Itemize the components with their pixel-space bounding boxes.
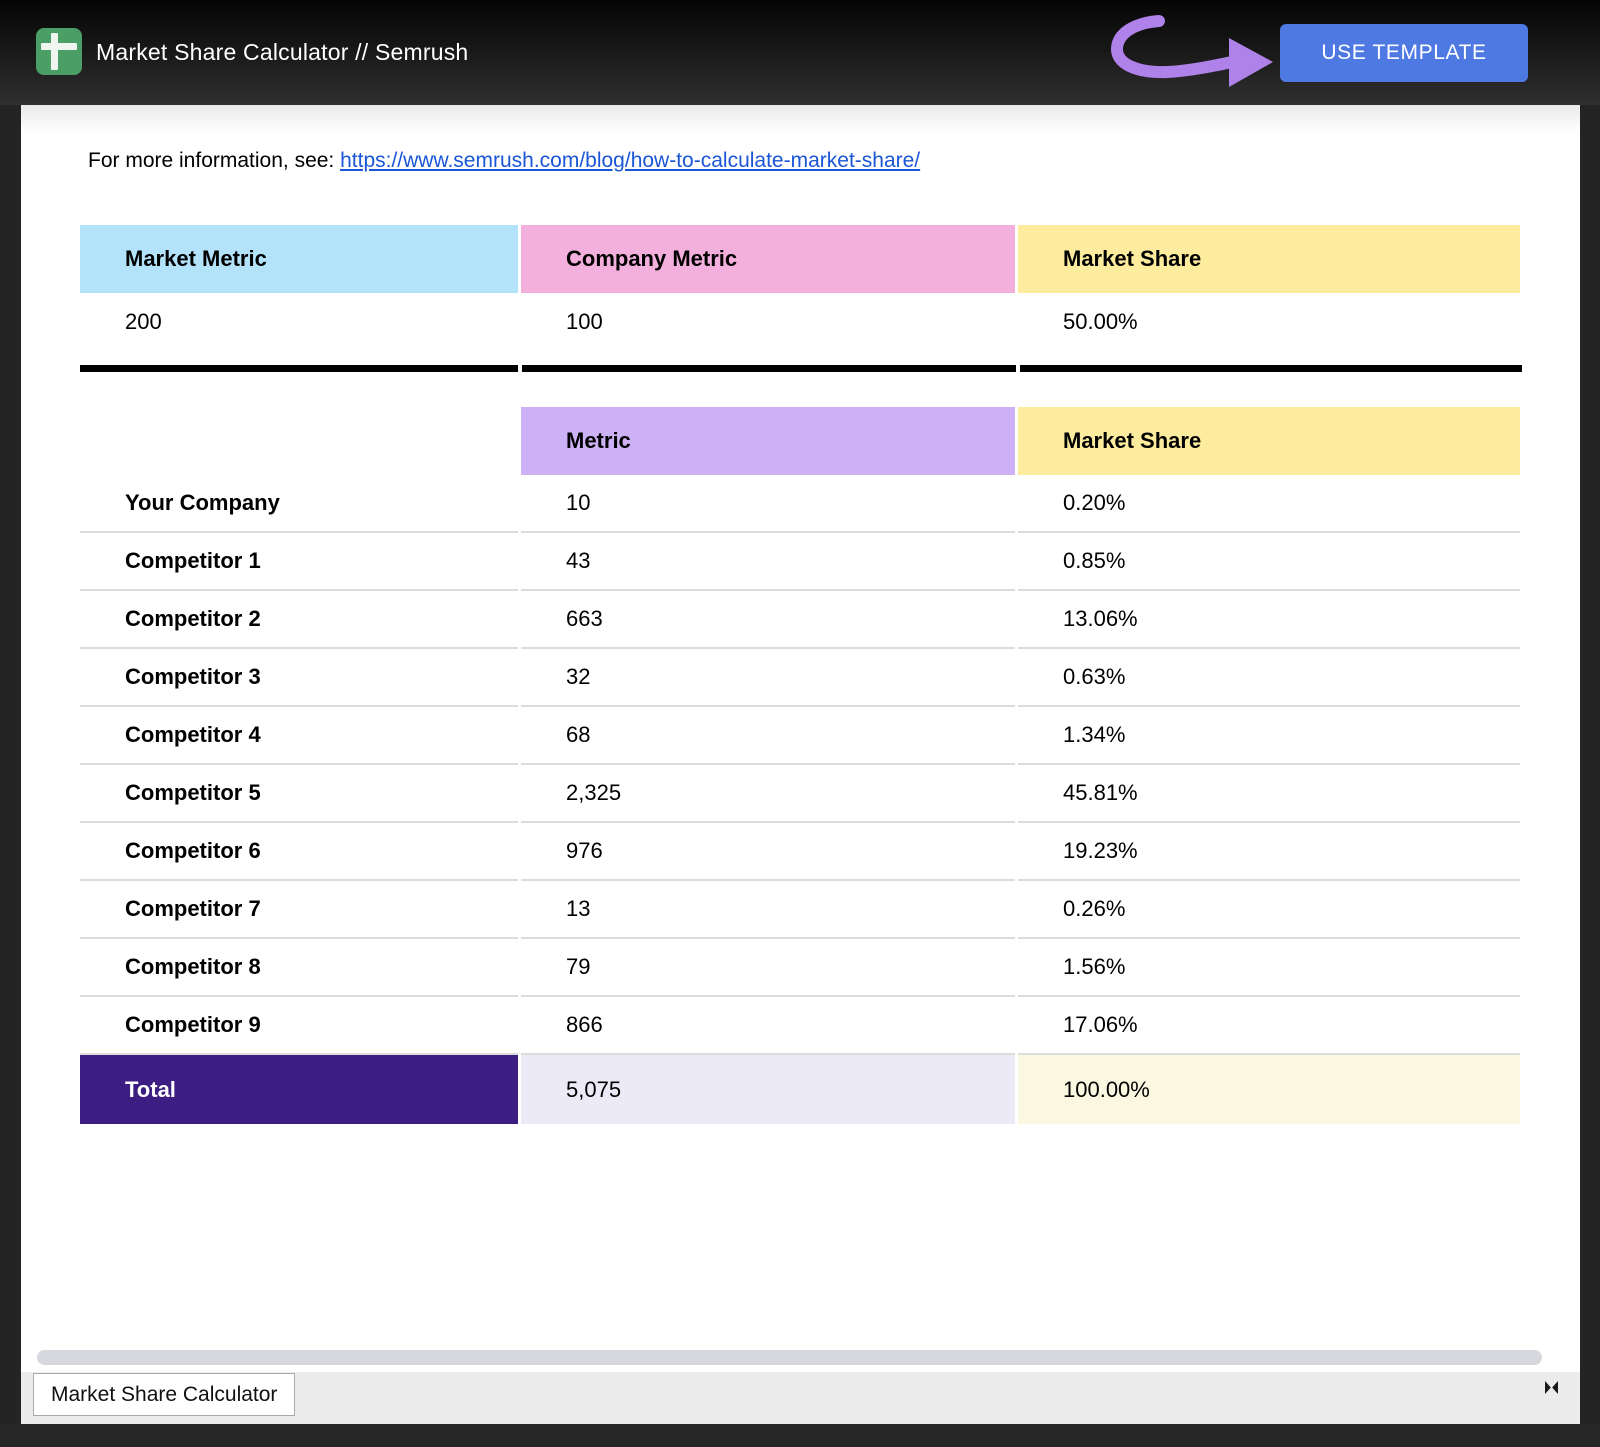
detail-row-metric: 866	[521, 997, 1015, 1055]
detail-row-share: 45.81%	[1018, 765, 1520, 823]
summary-header-market-metric: Market Metric	[80, 225, 518, 293]
detail-row-name: Competitor 3	[80, 649, 518, 707]
total-share-value: 100.00%	[1018, 1055, 1520, 1124]
detail-row-name: Competitor 1	[80, 533, 518, 591]
detail-header-empty	[80, 407, 518, 475]
sheet-preview-panel: For more information, see: https://www.s…	[21, 105, 1580, 1424]
detail-row-metric: 79	[521, 939, 1015, 997]
detail-row-name: Competitor 8	[80, 939, 518, 997]
use-template-button[interactable]: USE TEMPLATE	[1280, 24, 1528, 82]
summary-company-metric-value: 100	[521, 293, 1015, 350]
total-label: Total	[80, 1055, 518, 1124]
detail-row-share: 13.06%	[1018, 591, 1520, 649]
summary-market-metric-value: 200	[80, 293, 518, 350]
sheets-icon	[36, 28, 82, 75]
page-title: Market Share Calculator // Semrush	[96, 0, 468, 105]
summary-table: Market Metric Company Metric Market Shar…	[80, 225, 1520, 350]
summary-market-share-value: 50.00%	[1018, 293, 1520, 350]
title-bar: Market Share Calculator // Semrush USE T…	[0, 0, 1600, 105]
detail-header-market-share: Market Share	[1018, 407, 1520, 475]
detail-row-share: 19.23%	[1018, 823, 1520, 881]
bottom-strip	[0, 1424, 1600, 1447]
detail-header-metric: Metric	[521, 407, 1015, 475]
tab-market-share-calculator[interactable]: Market Share Calculator	[33, 1373, 295, 1416]
detail-row-metric: 43	[521, 533, 1015, 591]
detail-row-share: 1.34%	[1018, 707, 1520, 765]
curved-arrow-icon	[1085, 5, 1285, 105]
sheet-tab-bar: Market Share Calculator	[21, 1372, 1580, 1424]
detail-row-share: 0.20%	[1018, 475, 1520, 533]
detail-row-share: 17.06%	[1018, 997, 1520, 1055]
horizontal-scrollbar[interactable]	[37, 1350, 1542, 1365]
detail-row-name: Your Company	[80, 475, 518, 533]
detail-row-metric: 976	[521, 823, 1015, 881]
detail-row-name: Competitor 7	[80, 881, 518, 939]
detail-row-metric: 10	[521, 475, 1015, 533]
tab-label: Market Share Calculator	[51, 1383, 277, 1407]
summary-header-market-share: Market Share	[1018, 225, 1520, 293]
detail-row-metric: 68	[521, 707, 1015, 765]
detail-row-name: Competitor 9	[80, 997, 518, 1055]
detail-row-name: Competitor 4	[80, 707, 518, 765]
detail-row-name: Competitor 2	[80, 591, 518, 649]
detail-table: Metric Market Share Your Company 10 0.20…	[80, 407, 1520, 1124]
expand-icon[interactable]	[1545, 1381, 1558, 1394]
detail-row-name: Competitor 5	[80, 765, 518, 823]
info-prefix: For more information, see:	[88, 149, 340, 172]
detail-row-share: 0.26%	[1018, 881, 1520, 939]
thick-divider	[80, 365, 1520, 372]
detail-row-share: 0.85%	[1018, 533, 1520, 591]
detail-row-share: 0.63%	[1018, 649, 1520, 707]
detail-row-metric: 32	[521, 649, 1015, 707]
detail-row-name: Competitor 6	[80, 823, 518, 881]
detail-row-share: 1.56%	[1018, 939, 1520, 997]
detail-row-metric: 13	[521, 881, 1015, 939]
total-metric-value: 5,075	[521, 1055, 1015, 1124]
blog-link[interactable]: https://www.semrush.com/blog/how-to-calc…	[340, 149, 920, 172]
detail-row-metric: 663	[521, 591, 1015, 649]
summary-header-company-metric: Company Metric	[521, 225, 1015, 293]
detail-row-metric: 2,325	[521, 765, 1015, 823]
info-text: For more information, see: https://www.s…	[88, 149, 920, 173]
